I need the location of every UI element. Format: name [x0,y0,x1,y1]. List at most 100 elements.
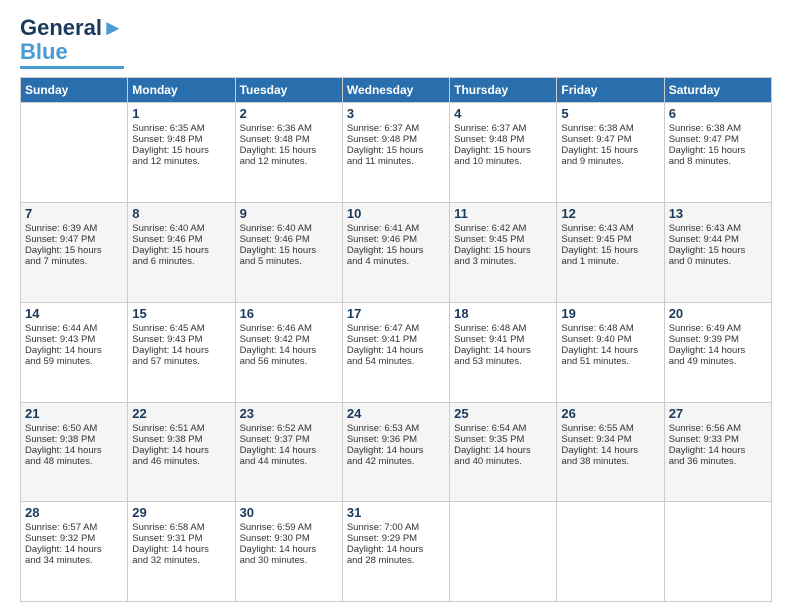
day-info-line: Sunrise: 6:50 AM [25,423,123,434]
day-info-line: Sunset: 9:46 PM [132,234,230,245]
day-number: 13 [669,206,767,221]
day-number: 23 [240,406,338,421]
day-info-line: Sunset: 9:41 PM [347,334,445,345]
calendar-cell: 26 Sunrise: 6:55 AMSunset: 9:34 PMDayligh… [557,402,664,502]
calendar-cell: 30Sunrise: 6:59 AMSunset: 9:30 PMDayligh… [235,502,342,602]
calendar-cell: 5Sunrise: 6:38 AMSunset: 9:47 PMDaylight… [557,103,664,203]
day-info-line: and 56 minutes. [240,356,338,367]
day-info-line: and 42 minutes. [347,456,445,467]
day-info-line: Daylight: 14 hours [561,445,659,456]
day-info-line: Sunrise: 6:44 AM [25,323,123,334]
header-friday: Friday [557,78,664,103]
day-info-line: Sunrise: 6:40 AM [240,223,338,234]
day-info-line: Daylight: 14 hours [132,445,230,456]
day-number: 27 [669,406,767,421]
day-info-line: Daylight: 15 hours [347,145,445,156]
day-info-line: and 28 minutes. [347,555,445,566]
calendar-cell: 9Sunrise: 6:40 AMSunset: 9:46 PMDaylight… [235,203,342,303]
day-info-line: Sunset: 9:45 PM [561,234,659,245]
day-number: 9 [240,206,338,221]
calendar-cell [664,502,771,602]
day-info-line: Sunset: 9:35 PM [454,434,552,445]
logo-underline [20,66,124,69]
day-info-line: Sunrise: 6:57 AM [25,522,123,533]
day-info-line: Daylight: 15 hours [454,145,552,156]
calendar-cell: 13 Sunrise: 6:43 AMSunset: 9:44 PMDayligh… [664,203,771,303]
day-info-line: Daylight: 14 hours [25,544,123,555]
day-info-line: Daylight: 15 hours [561,245,659,256]
day-info-line: Sunrise: 6:41 AM [347,223,445,234]
day-info-line: Sunset: 9:38 PM [25,434,123,445]
calendar-cell: 1Sunrise: 6:35 AMSunset: 9:48 PMDaylight… [128,103,235,203]
calendar-cell: 6Sunrise: 6:38 AMSunset: 9:47 PMDaylight… [664,103,771,203]
day-info-line: Sunrise: 6:56 AM [669,423,767,434]
day-info-line: Sunrise: 6:42 AM [454,223,552,234]
day-info-line: Daylight: 15 hours [240,145,338,156]
calendar-cell: 8Sunrise: 6:40 AMSunset: 9:46 PMDaylight… [128,203,235,303]
day-info-line: Sunset: 9:45 PM [454,234,552,245]
day-info-line: Sunset: 9:36 PM [347,434,445,445]
day-info-line: Sunset: 9:38 PM [132,434,230,445]
day-info-line: Sunset: 9:34 PM [561,434,659,445]
day-info-line: Daylight: 14 hours [240,544,338,555]
day-info-line: and 46 minutes. [132,456,230,467]
calendar-cell: 17Sunrise: 6:47 AMSunset: 9:41 PMDayligh… [342,302,449,402]
calendar-cell [557,502,664,602]
day-info-line: and 38 minutes. [561,456,659,467]
day-info-line: Sunrise: 6:54 AM [454,423,552,434]
calendar-cell: 25Sunrise: 6:54 AMSunset: 9:35 PMDayligh… [450,402,557,502]
calendar-cell: 12Sunrise: 6:43 AMSunset: 9:45 PMDayligh… [557,203,664,303]
day-info-line: Sunset: 9:43 PM [25,334,123,345]
day-info-line: Sunrise: 6:38 AM [669,123,767,134]
day-info-line: Sunrise: 6:48 AM [454,323,552,334]
day-info-line: and 34 minutes. [25,555,123,566]
day-info-line: and 48 minutes. [25,456,123,467]
day-number: 17 [347,306,445,321]
day-info-line: Sunrise: 6:49 AM [669,323,767,334]
calendar-cell: 15Sunrise: 6:45 AMSunset: 9:43 PMDayligh… [128,302,235,402]
day-info-line: Daylight: 14 hours [669,345,767,356]
calendar-cell: 27Sunrise: 6:56 AMSunset: 9:33 PMDayligh… [664,402,771,502]
day-info-line: Daylight: 15 hours [669,245,767,256]
day-info-line: Daylight: 14 hours [561,345,659,356]
day-number: 3 [347,106,445,121]
day-info-line: Daylight: 15 hours [132,245,230,256]
day-info-line: Daylight: 14 hours [25,445,123,456]
day-info-line: Sunrise: 6:47 AM [347,323,445,334]
day-info-line: Sunrise: 6:43 AM [669,223,767,234]
day-info-line: Sunset: 9:47 PM [25,234,123,245]
day-number: 4 [454,106,552,121]
day-info-line: and 40 minutes. [454,456,552,467]
page-header: General► Blue [20,16,772,69]
header-tuesday: Tuesday [235,78,342,103]
logo: General► Blue [20,16,124,69]
day-info-line: Sunset: 9:42 PM [240,334,338,345]
day-info-line: and 9 minutes. [561,156,659,167]
day-number: 26 [561,406,659,421]
day-info-line: and 11 minutes. [347,156,445,167]
day-info-line: and 12 minutes. [132,156,230,167]
day-number: 10 [347,206,445,221]
calendar-cell: 4Sunrise: 6:37 AMSunset: 9:48 PMDaylight… [450,103,557,203]
day-number: 18 [454,306,552,321]
day-info-line: Daylight: 14 hours [347,445,445,456]
day-info-line: Sunset: 9:40 PM [561,334,659,345]
day-info-line: and 0 minutes. [669,256,767,267]
day-info-line: Sunset: 9:39 PM [669,334,767,345]
day-info-line: and 1 minute. [561,256,659,267]
day-info-line: and 10 minutes. [454,156,552,167]
day-number: 11 [454,206,552,221]
day-info-line: Sunset: 9:47 PM [561,134,659,145]
day-number: 21 [25,406,123,421]
calendar-header-row: SundayMondayTuesdayWednesdayThursdayFrid… [21,78,772,103]
day-number: 12 [561,206,659,221]
day-info-line: Sunset: 9:32 PM [25,533,123,544]
day-info-line: Sunset: 9:44 PM [669,234,767,245]
day-info-line: Sunset: 9:30 PM [240,533,338,544]
day-info-line: and 36 minutes. [669,456,767,467]
day-info-line: and 32 minutes. [132,555,230,566]
day-info-line: Sunset: 9:48 PM [240,134,338,145]
day-number: 22 [132,406,230,421]
day-info-line: Sunrise: 6:55 AM [561,423,659,434]
calendar-cell: 10Sunrise: 6:41 AMSunset: 9:46 PMDayligh… [342,203,449,303]
